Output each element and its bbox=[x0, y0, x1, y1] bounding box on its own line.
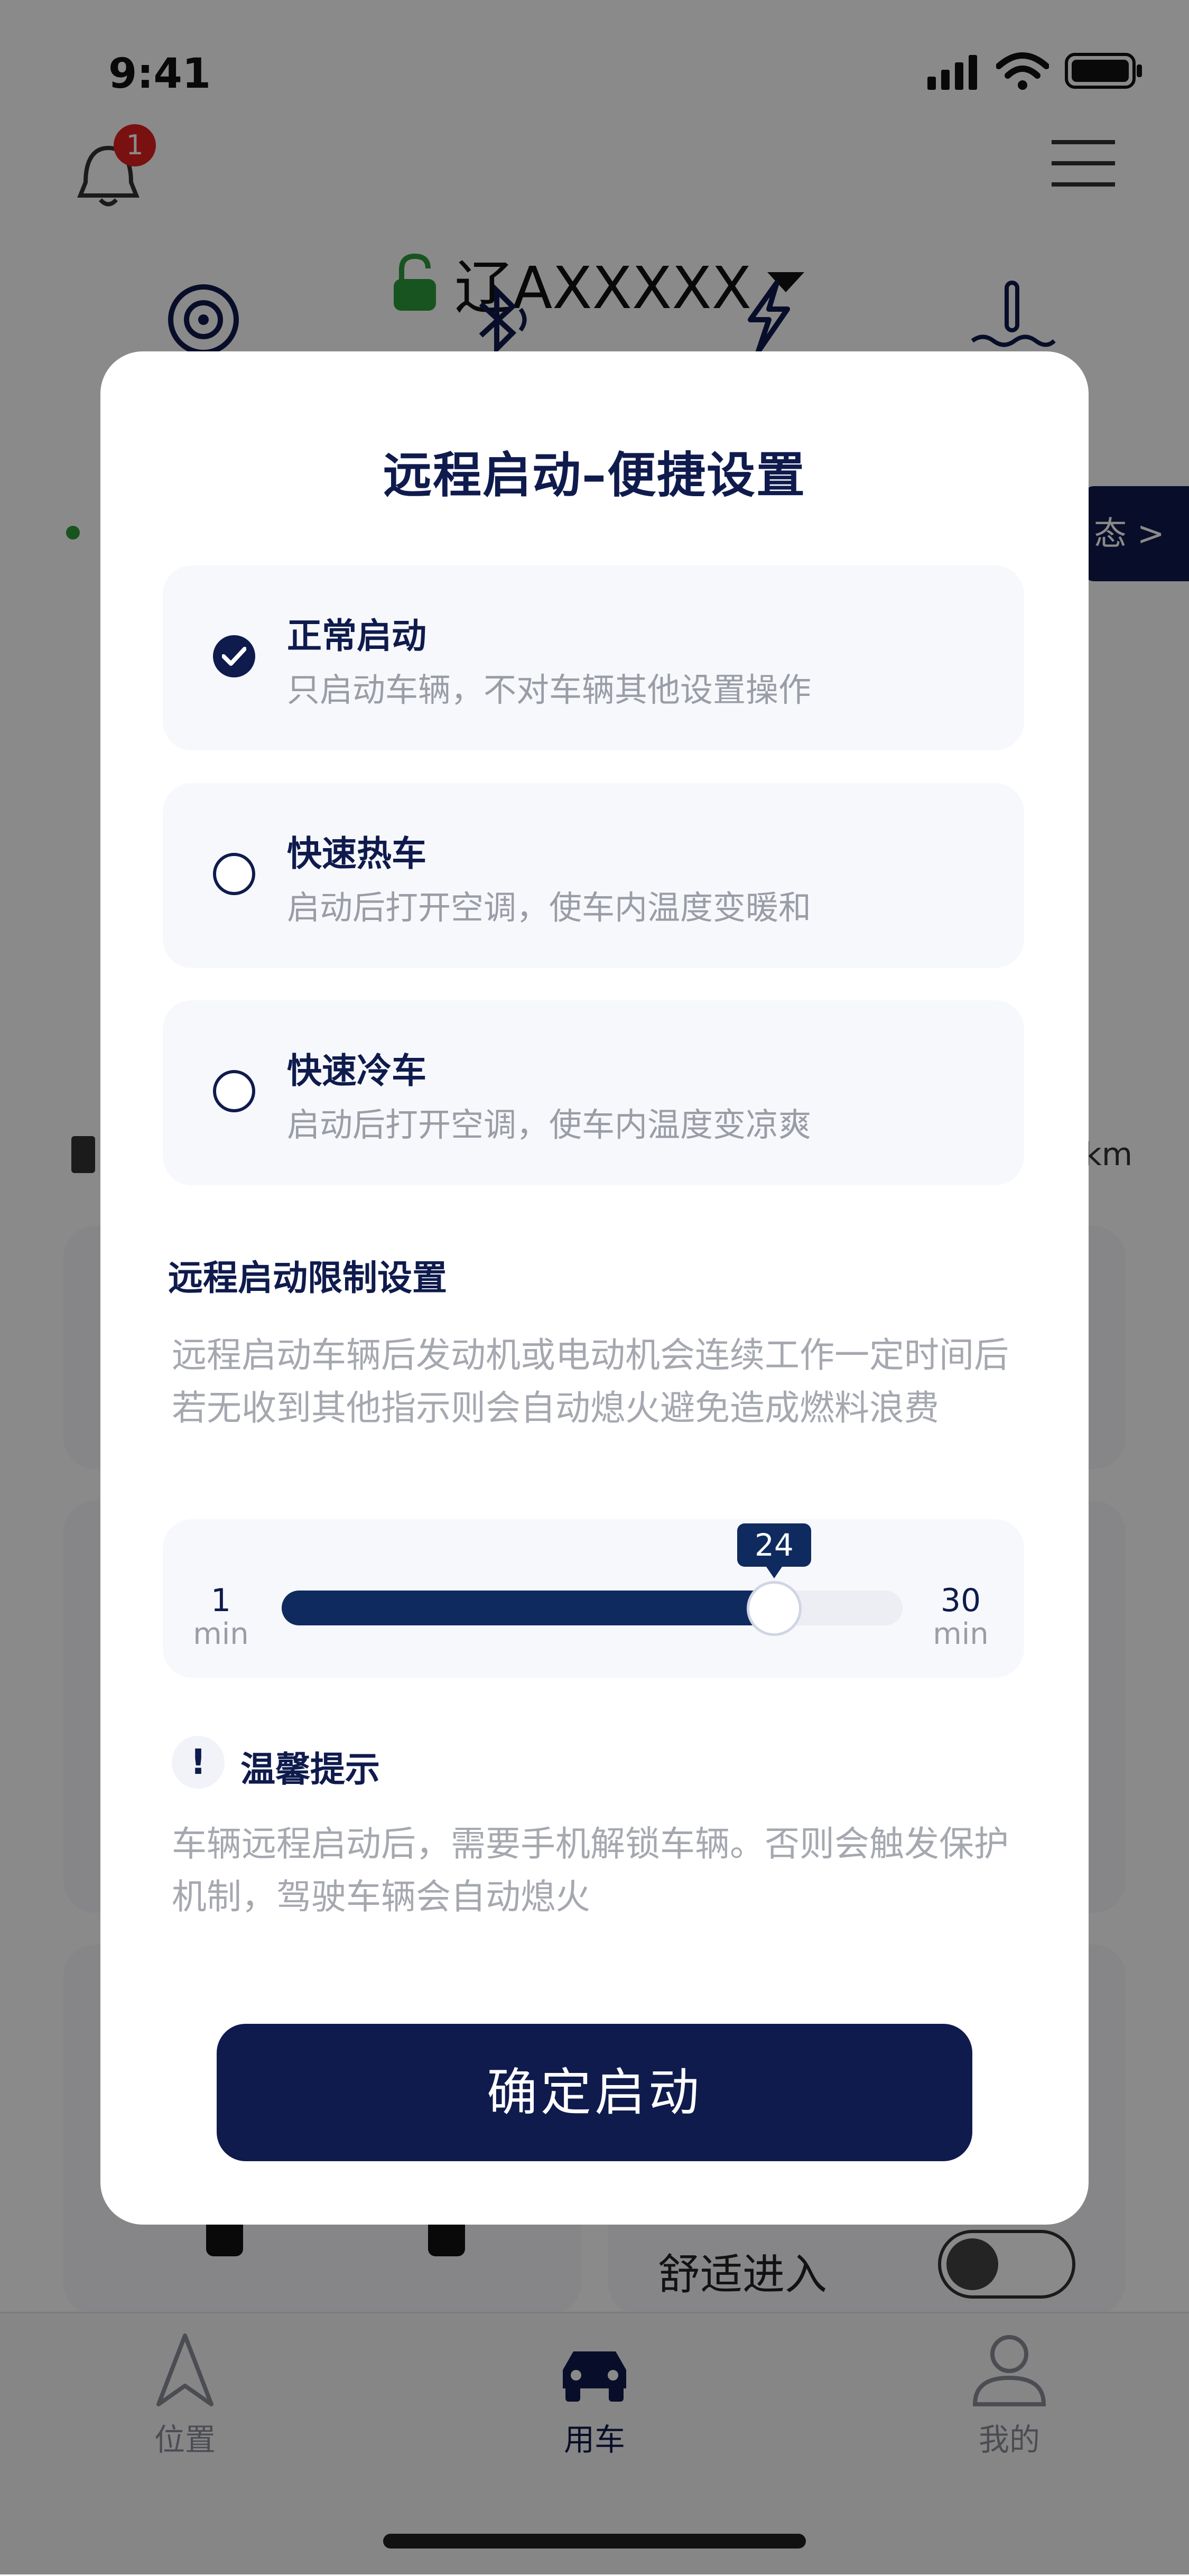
radio-unchecked-icon[interactable] bbox=[213, 1070, 255, 1112]
slider-min-unit: min bbox=[193, 1617, 249, 1651]
confirm-start-button[interactable]: 确定启动 bbox=[217, 2024, 972, 2161]
tip-desc: 车辆远程启动后，需要手机解锁车辆。否则会触发保护机制，驾驶车辆会自动熄火 bbox=[172, 1824, 1009, 1917]
option-normal-start[interactable]: 正常启动 只启动车辆，不对车辆其他设置操作 bbox=[163, 565, 1024, 750]
option-quick-cool[interactable]: 快速冷车 启动后打开空调，使车内温度变凉爽 bbox=[163, 1000, 1024, 1185]
option-title: 正常启动 bbox=[287, 616, 426, 656]
slider-max-unit: min bbox=[933, 1617, 989, 1651]
slider-max-value: 30 bbox=[940, 1582, 981, 1619]
option-desc: 启动后打开空调，使车内温度变暖和 bbox=[287, 888, 812, 927]
slider-value-bubble: 24 bbox=[737, 1523, 811, 1578]
home-indicator bbox=[383, 2534, 806, 2549]
slider-min-label: 1 min bbox=[192, 1584, 250, 1651]
option-quick-warm[interactable]: 快速热车 启动后打开空调，使车内温度变暖和 bbox=[163, 783, 1024, 968]
slider-max-label: 30 min bbox=[924, 1584, 998, 1651]
limit-section-title: 远程启动限制设置 bbox=[168, 1258, 447, 1298]
duration-slider-card: 1 min 24 30 min bbox=[163, 1519, 1024, 1678]
slider-track[interactable] bbox=[282, 1591, 903, 1625]
tip-title: 温馨提示 bbox=[240, 1749, 380, 1790]
modal-title: 远程启动–便捷设置 bbox=[383, 447, 806, 504]
slider-fill bbox=[282, 1591, 790, 1625]
remote-start-modal: 远程启动–便捷设置 正常启动 只启动车辆，不对车辆其他设置操作 快速热车 启动后… bbox=[100, 351, 1089, 2225]
option-title: 快速热车 bbox=[287, 833, 426, 874]
slider-thumb[interactable] bbox=[746, 1581, 802, 1636]
option-desc: 启动后打开空调，使车内温度变凉爽 bbox=[287, 1105, 812, 1144]
option-title: 快速冷车 bbox=[287, 1050, 426, 1091]
limit-section-desc: 远程启动车辆后发动机或电动机会连续工作一定时间后若无收到其他指示则会自动熄火避免… bbox=[172, 1335, 1009, 1428]
option-desc: 只启动车辆，不对车辆其他设置操作 bbox=[287, 671, 812, 709]
radio-checked-icon[interactable] bbox=[213, 635, 255, 677]
exclamation-icon: ! bbox=[172, 1736, 225, 1789]
radio-unchecked-icon[interactable] bbox=[213, 853, 255, 895]
slider-min-value: 1 bbox=[210, 1582, 231, 1619]
